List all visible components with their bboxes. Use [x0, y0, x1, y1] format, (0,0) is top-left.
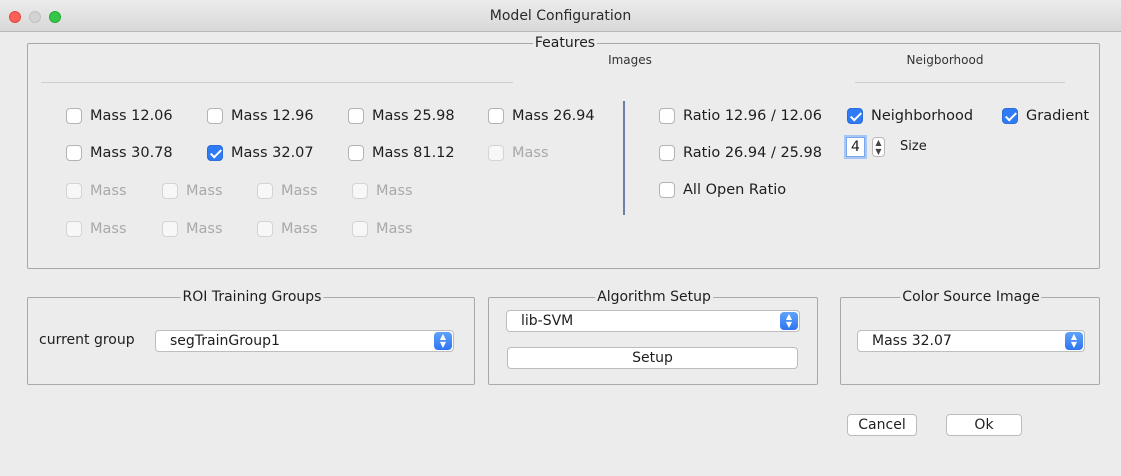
checkbox-label: Mass — [90, 183, 127, 199]
ok-button[interactable]: Ok — [946, 414, 1022, 436]
checkbox-label: Mass 81.12 — [372, 145, 455, 161]
checkbox-label: Mass 26.94 — [512, 108, 595, 124]
mass-checkbox: Mass — [352, 181, 413, 201]
checkbox-label: Mass — [376, 221, 413, 237]
checkmark-icon — [207, 145, 223, 161]
checkbox-box — [348, 108, 364, 124]
algorithm-value: lib-SVM — [521, 313, 574, 329]
mass-checkbox[interactable]: Mass 25.98 — [348, 106, 455, 126]
neighborhood-checkbox[interactable]: Neighborhood — [847, 106, 973, 126]
checkbox-box — [162, 221, 178, 237]
checkbox-label: Mass 12.06 — [90, 108, 173, 124]
checkbox-label: Mass 12.96 — [231, 108, 314, 124]
mass-checkbox: Mass — [162, 219, 223, 239]
checkbox-label: Mass — [281, 183, 318, 199]
checkbox-box — [348, 145, 364, 161]
checkbox-box — [66, 108, 82, 124]
checkbox-box — [162, 183, 178, 199]
title-bar: Model Configuration — [0, 0, 1121, 32]
checkmark-icon — [1002, 108, 1018, 124]
setup-button[interactable]: Setup — [507, 347, 798, 369]
mass-checkbox: Mass — [352, 219, 413, 239]
cancel-button[interactable]: Cancel — [847, 414, 917, 436]
checkbox-label: Mass 25.98 — [372, 108, 455, 124]
color-source-legend: Color Source Image — [900, 288, 1042, 306]
mass-checkbox: Mass — [66, 181, 127, 201]
mass-checkbox: Mass — [162, 181, 223, 201]
window-title: Model Configuration — [489, 8, 632, 24]
checkbox-box — [659, 182, 675, 198]
color-source-value: Mass 32.07 — [872, 333, 952, 349]
images-heading: Images — [608, 53, 652, 67]
features-legend: Features — [532, 34, 598, 52]
ratio-checkbox-26-94-25-98[interactable]: Ratio 26.94 / 25.98 — [659, 143, 822, 163]
checkbox-label: Mass — [376, 183, 413, 199]
checkbox-label: Mass — [186, 221, 223, 237]
roi-legend: ROI Training Groups — [180, 288, 324, 306]
mass-checkbox[interactable]: Mass 81.12 — [348, 143, 455, 163]
checkbox-box — [66, 183, 82, 199]
color-source-dropdown[interactable]: Mass 32.07 ▲ ▼ — [857, 330, 1085, 352]
algorithm-legend: Algorithm Setup — [595, 288, 713, 306]
checkmark-icon — [847, 108, 863, 124]
checkbox-box — [66, 145, 82, 161]
checkbox-label: All Open Ratio — [683, 182, 787, 198]
model-configuration-window: Model Configuration Features Images Neig… — [0, 0, 1121, 476]
checkbox-label: Ratio 26.94 / 25.98 — [683, 145, 822, 161]
up-down-chevron-icon[interactable]: ▲ ▼ — [872, 137, 885, 157]
checkbox-label: Gradient — [1026, 108, 1090, 124]
checkbox-box — [352, 221, 368, 237]
mass-checkbox[interactable]: Mass 12.06 — [66, 106, 173, 126]
checkbox-box — [488, 108, 504, 124]
checkbox-box — [257, 221, 273, 237]
up-down-chevron-icon: ▲ ▼ — [1065, 332, 1083, 350]
checkbox-label: Mass — [90, 221, 127, 237]
checkbox-label: Ratio 12.96 / 12.06 — [683, 108, 822, 124]
checkbox-label: Neighborhood — [871, 108, 974, 124]
checkbox-box — [352, 183, 368, 199]
mass-checkbox: Mass — [257, 219, 318, 239]
features-divider — [623, 101, 625, 215]
checkbox-label: Mass 30.78 — [90, 145, 173, 161]
mass-checkbox[interactable]: Mass 32.07 — [207, 143, 314, 163]
neighborhood-separator — [855, 82, 1065, 83]
mass-checkbox: Mass — [257, 181, 318, 201]
checkbox-box — [659, 145, 675, 161]
checkbox-label: Mass 32.07 — [231, 145, 314, 161]
checkbox-label: Mass — [512, 145, 549, 161]
checkbox-box — [207, 108, 223, 124]
checkbox-box — [488, 145, 504, 161]
up-down-chevron-icon: ▲ ▼ — [780, 312, 798, 330]
ratio-checkbox-12-96-12-06[interactable]: Ratio 12.96 / 12.06 — [659, 106, 822, 126]
current-group-dropdown[interactable]: segTrainGroup1 ▲ ▼ — [155, 330, 454, 352]
images-separator — [41, 82, 513, 83]
checkbox-box — [659, 108, 675, 124]
checkbox-box — [257, 183, 273, 199]
algorithm-dropdown[interactable]: lib-SVM ▲ ▼ — [506, 310, 800, 332]
gradient-checkbox[interactable]: Gradient — [1002, 106, 1089, 126]
up-down-chevron-icon: ▲ ▼ — [434, 332, 452, 350]
checkbox-box — [66, 221, 82, 237]
current-group-label: current group — [39, 332, 135, 348]
all-open-ratio-checkbox[interactable]: All Open Ratio — [659, 180, 786, 200]
checkbox-label: Mass — [281, 221, 318, 237]
mass-checkbox: Mass — [66, 219, 127, 239]
current-group-value: segTrainGroup1 — [170, 333, 280, 349]
size-label: Size — [900, 139, 927, 154]
mass-checkbox[interactable]: Mass 30.78 — [66, 143, 173, 163]
checkbox-label: Mass — [186, 183, 223, 199]
size-spinner-field[interactable]: 4 — [846, 137, 865, 157]
mass-checkbox[interactable]: Mass 26.94 — [488, 106, 595, 126]
neighborhood-heading: Neigborhood — [906, 53, 984, 67]
mass-checkbox: Mass — [488, 143, 549, 163]
mass-checkbox[interactable]: Mass 12.96 — [207, 106, 314, 126]
